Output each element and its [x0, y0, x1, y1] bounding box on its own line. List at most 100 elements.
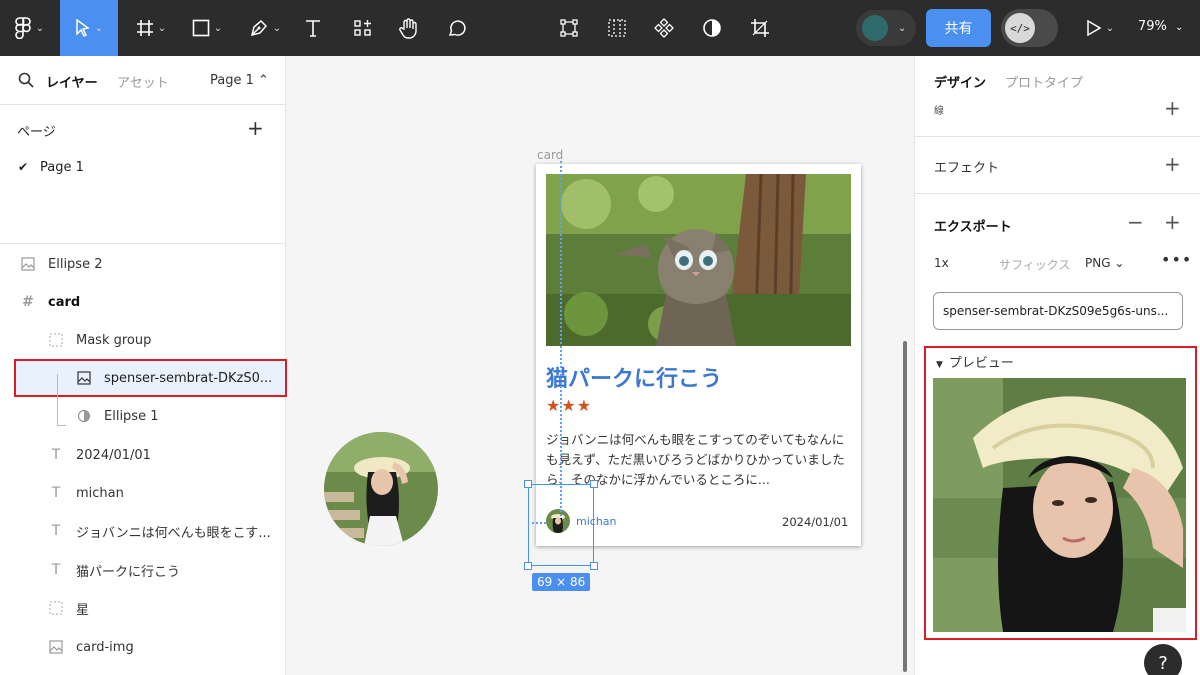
export-suffix-input[interactable]: サフィックス [999, 256, 1070, 273]
tab-prototype[interactable]: プロトタイプ [1005, 72, 1083, 91]
resize-handle[interactable] [524, 562, 532, 570]
chevron-down-icon: ⌄ [94, 22, 104, 34]
image-icon [18, 254, 38, 274]
rating-stars[interactable]: ★★★ [546, 396, 592, 415]
ellipse-icon [74, 406, 94, 426]
woman-photo [324, 432, 438, 546]
text-tool-icon [306, 20, 320, 37]
add-export-icon[interactable]: + [1164, 210, 1181, 234]
remove-export-icon[interactable]: − [1127, 210, 1144, 234]
layer-item[interactable]: T ジョバンニは何べんも眼をこす... [46, 512, 271, 550]
export-scale-select[interactable]: 1x [934, 256, 949, 270]
caret-down-icon: ▼ [936, 360, 943, 370]
chevron-down-icon: ⌄ [213, 22, 223, 34]
stroke-heading: 線 [934, 106, 944, 117]
layout-grid-button[interactable] [603, 0, 631, 56]
component-icon [654, 18, 674, 38]
dev-mode-toggle[interactable]: </> [1001, 9, 1058, 47]
layer-item[interactable]: T 2024/01/01 [46, 436, 151, 474]
add-page-icon[interactable]: + [247, 116, 264, 140]
layer-item[interactable]: Ellipse 2 [18, 245, 102, 283]
tree-connector [57, 425, 66, 426]
page-selector[interactable]: Page 1 ⌃ [210, 73, 269, 88]
add-stroke-icon[interactable]: + [1164, 96, 1181, 120]
crop-button[interactable] [746, 0, 774, 56]
toolbar: ⌄ ⌄ ⌄ ⌄ ⌄ ⌄ 共有 </> ⌄ 79% ⌄ [0, 0, 1200, 56]
tab-layers[interactable]: レイヤー [46, 72, 98, 91]
question-icon: ? [1158, 652, 1168, 674]
rectangle-icon [192, 19, 210, 37]
shape-tool-button[interactable]: ⌄ [182, 0, 232, 56]
text-tool-button[interactable] [298, 0, 328, 56]
selection-box[interactable] [528, 484, 594, 566]
layer-item[interactable]: card-img [46, 628, 134, 666]
vector-network-icon [560, 19, 578, 37]
resources-button[interactable] [348, 0, 378, 56]
pen-tool-button[interactable]: ⌄ [240, 0, 290, 56]
figma-logo-icon [15, 17, 31, 39]
tab-design[interactable]: デザイン [934, 72, 986, 91]
create-component-button[interactable] [650, 0, 678, 56]
card-date[interactable]: 2024/01/01 [782, 515, 848, 529]
pen-icon [250, 19, 267, 37]
layer-item[interactable]: 星 [46, 589, 89, 627]
left-panel-tabs: レイヤー アセット Page 1 ⌃ [0, 56, 286, 105]
resize-handle[interactable] [524, 480, 532, 488]
frame-label[interactable]: card [537, 148, 563, 162]
layer-item[interactable]: spenser-sembrat-DKzS0... [74, 359, 272, 397]
image-icon [46, 637, 66, 657]
ellipse-avatar-image[interactable] [324, 432, 438, 546]
card-image[interactable] [546, 174, 851, 346]
play-icon [1087, 19, 1102, 37]
text-icon: T [51, 485, 61, 501]
help-button[interactable]: ? [1144, 644, 1182, 675]
comment-tool-button[interactable] [442, 0, 472, 56]
add-effect-icon[interactable]: + [1164, 152, 1181, 176]
resize-handle[interactable] [590, 562, 598, 570]
frame-icon: # [22, 294, 34, 310]
hand-icon [399, 18, 417, 39]
chevron-down-icon: ⌄ [272, 22, 282, 34]
layer-item[interactable]: T 猫パークに行こう [46, 551, 180, 589]
preview-toggle[interactable]: ▼ プレビュー [936, 352, 1014, 371]
layer-item[interactable]: T michan [46, 474, 124, 512]
hand-tool-button[interactable] [394, 0, 424, 56]
crop-icon [751, 19, 769, 37]
right-panel: デザイン プロトタイプ 線 + エフェクト + エクスポート − + 1x サフ… [914, 56, 1200, 675]
mask-button[interactable] [698, 0, 726, 56]
chevron-down-icon: ⌄ [898, 22, 907, 34]
canvas[interactable]: card 猫パークに行こう ★★★ ジョバンニは何べんも眼をこすってのぞいてもな… [287, 56, 913, 675]
cursor-icon [76, 19, 90, 37]
text-icon: T [51, 523, 61, 539]
code-icon: </> [1005, 13, 1035, 43]
layer-item[interactable]: # card [18, 283, 80, 321]
main-menu-button[interactable]: ⌄ [4, 0, 54, 56]
user-avatar-menu[interactable]: ⌄ [856, 10, 916, 46]
mask-icon [703, 19, 721, 37]
search-icon[interactable] [18, 72, 34, 88]
tab-assets[interactable]: アセット [117, 72, 169, 91]
share-button[interactable]: 共有 [926, 9, 991, 47]
layer-item[interactable]: Mask group [46, 321, 151, 359]
tree-connector [57, 374, 58, 426]
effects-heading: エフェクト [934, 161, 1000, 176]
export-format-select[interactable]: PNG ⌄ [1085, 256, 1124, 270]
woman-portrait-photo [933, 378, 1186, 632]
export-heading: エクスポート [934, 220, 1012, 235]
zoom-level[interactable]: 79% ⌄ [1138, 19, 1183, 34]
frame-icon [136, 20, 153, 36]
more-options-icon[interactable]: ••• [1161, 250, 1192, 269]
panel-scrollbar[interactable] [903, 342, 907, 672]
present-button[interactable]: ⌄ [1080, 0, 1120, 56]
check-icon: ✔ [18, 160, 29, 174]
layer-item[interactable]: Ellipse 1 [74, 397, 158, 435]
comment-icon [448, 20, 466, 36]
page-item-1[interactable]: ✔ Page 1 [18, 160, 84, 175]
frame-tool-button[interactable]: ⌄ [126, 0, 176, 56]
resize-handle[interactable] [590, 480, 598, 488]
component-connect-button[interactable] [555, 0, 583, 56]
card-title[interactable]: 猫パークに行こう [546, 361, 722, 393]
export-button[interactable]: spenser-sembrat-DKzS09e5g6s-uns... [933, 292, 1183, 330]
move-tool-button[interactable]: ⌄ [60, 0, 118, 56]
text-icon: T [51, 447, 61, 463]
